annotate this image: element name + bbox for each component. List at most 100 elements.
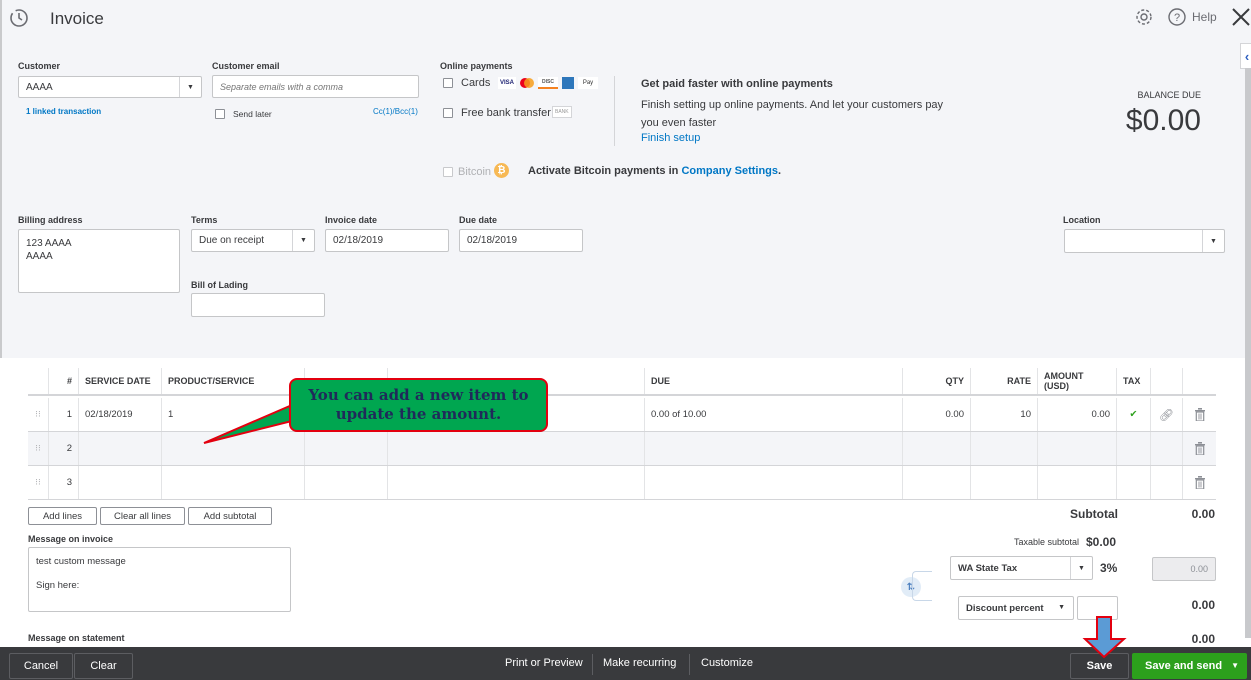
row-amount[interactable] [1037, 466, 1116, 499]
customize-link[interactable]: Customize [701, 657, 753, 669]
promo-title: Get paid faster with online payments [641, 78, 833, 90]
row-description[interactable] [387, 432, 644, 465]
message-statement-label: Message on statement [28, 633, 125, 643]
balance-due-amount: $0.00 [1125, 104, 1201, 137]
row-due[interactable] [644, 466, 902, 499]
row-link-cell[interactable] [1150, 466, 1182, 499]
terms-value: Due on receipt [199, 235, 265, 246]
divider [592, 654, 593, 675]
row-tax-check[interactable]: ✔ [1116, 398, 1150, 431]
message-invoice-textarea[interactable]: test custom message Sign here: [28, 547, 291, 612]
bitcoin-activate-text: Activate Bitcoin payments in Company Set… [528, 165, 781, 177]
svg-text:?: ? [1174, 12, 1180, 24]
row-rate[interactable]: 10 [970, 398, 1037, 431]
row-tax-check[interactable] [1116, 432, 1150, 465]
clear-all-lines-button[interactable]: Clear all lines [100, 507, 185, 525]
save-and-send-button[interactable]: Save and send ▼ [1132, 653, 1247, 679]
chevron-down-icon[interactable]: ▼ [1202, 230, 1224, 252]
chevron-down-icon[interactable]: ▼ [1231, 661, 1239, 670]
row-tax-check[interactable] [1116, 466, 1150, 499]
invoice-date-input[interactable]: 02/18/2019 [325, 229, 449, 252]
row-due[interactable] [644, 432, 902, 465]
row-due[interactable]: 0.00 of 10.00 [644, 398, 902, 431]
add-lines-button[interactable]: Add lines [28, 507, 97, 525]
send-later-checkbox[interactable] [215, 109, 225, 119]
row-description[interactable] [387, 466, 644, 499]
row-service-date[interactable] [78, 432, 161, 465]
annotation-arrow-icon [1082, 616, 1127, 659]
row-blank1[interactable] [304, 432, 387, 465]
row-amount[interactable] [1037, 432, 1116, 465]
bitcoin-checkbox[interactable] [443, 167, 453, 177]
chevron-down-icon[interactable]: ▼ [1070, 557, 1092, 579]
trash-icon[interactable] [1182, 432, 1216, 465]
balance-due-label: BALANCE DUE [1137, 90, 1201, 100]
cc-bcc-link[interactable]: Cc(1)/Bcc(1) [373, 107, 418, 116]
recent-transactions-icon[interactable] [8, 7, 30, 32]
row-link-cell[interactable] [1150, 432, 1182, 465]
drag-handle-icon[interactable]: ⁝⁝ [28, 398, 48, 431]
drag-handle-icon[interactable]: ⁝⁝ [28, 432, 48, 465]
chevron-down-icon[interactable]: ▼ [179, 77, 201, 97]
row-blank1[interactable] [304, 466, 387, 499]
make-recurring-link[interactable]: Make recurring [603, 657, 676, 669]
cards-label: Cards [461, 77, 491, 89]
row-rate[interactable] [970, 432, 1037, 465]
row-link-cell[interactable]: 🔗︎ [1150, 398, 1182, 431]
location-select[interactable]: ▼ [1064, 229, 1225, 253]
row-qty[interactable] [902, 466, 970, 499]
total-value: 0.00 [1191, 632, 1215, 646]
gear-icon[interactable] [1134, 7, 1154, 30]
row-qty[interactable]: 0.00 [902, 398, 970, 431]
chevron-down-icon[interactable]: ▼ [1058, 604, 1065, 611]
invoice-date-value: 02/18/2019 [333, 235, 384, 246]
invoice-date-label: Invoice date [325, 215, 378, 225]
close-icon[interactable] [1230, 6, 1251, 31]
drag-handle-icon[interactable]: ⁝⁝ [28, 466, 48, 499]
mastercard-logo-icon [518, 77, 536, 89]
row-service-date[interactable]: 02/18/2019 [78, 398, 161, 431]
discount-type-value: Discount percent [966, 602, 1044, 614]
invoice-header-section: Invoice ? Help ‹ Customer AAAA ▼ 1 linke… [0, 0, 1251, 358]
cards-checkbox[interactable] [443, 78, 453, 88]
row-service-date[interactable] [78, 466, 161, 499]
link-icon[interactable]: 🔗︎ [1159, 408, 1174, 422]
column-header-num: # [48, 368, 78, 394]
trash-icon[interactable] [1182, 466, 1216, 499]
row-qty[interactable] [902, 432, 970, 465]
discount-type-select[interactable]: Discount percent ▼ [958, 596, 1074, 620]
tax-amount-field[interactable]: 0.00 [1152, 557, 1216, 581]
customer-select[interactable]: AAAA ▼ [18, 76, 202, 98]
print-preview-link[interactable]: Print or Preview [505, 657, 583, 669]
trash-icon[interactable] [1182, 398, 1216, 431]
add-subtotal-button[interactable]: Add subtotal [188, 507, 272, 525]
clear-button[interactable]: Clear [74, 653, 133, 679]
company-settings-link[interactable]: Company Settings [681, 165, 778, 177]
finish-setup-link[interactable]: Finish setup [641, 132, 700, 144]
divider [689, 654, 690, 675]
bank-transfer-checkbox[interactable] [443, 108, 453, 118]
row-rate[interactable] [970, 466, 1037, 499]
vertical-scrollbar[interactable] [1245, 68, 1251, 638]
bill-of-lading-input[interactable] [191, 293, 325, 317]
amex-logo-icon [562, 77, 574, 89]
column-header-qty: QTY [902, 368, 970, 394]
row-product[interactable] [161, 466, 304, 499]
apple-pay-logo-icon: Pay [578, 77, 598, 89]
collapse-panel-button[interactable]: ‹ [1240, 43, 1251, 69]
linked-transaction-link[interactable]: 1 linked transaction [26, 107, 101, 116]
online-payments-label: Online payments [440, 61, 513, 71]
customer-email-input[interactable] [212, 75, 419, 98]
help-icon[interactable]: ? [1167, 7, 1187, 30]
column-header-tax: TAX [1116, 368, 1150, 394]
column-header-due: DUE [644, 368, 902, 394]
table-row[interactable]: ⁝⁝ 3 [28, 466, 1216, 500]
terms-select[interactable]: Due on receipt ▼ [191, 229, 315, 252]
cancel-button[interactable]: Cancel [9, 653, 73, 679]
due-date-input[interactable]: 02/18/2019 [459, 229, 583, 252]
tax-rate-select[interactable]: WA State Tax ▼ [950, 556, 1093, 580]
billing-address-textarea[interactable]: 123 AAAA AAAA [18, 229, 180, 293]
row-amount[interactable]: 0.00 [1037, 398, 1116, 431]
chevron-down-icon[interactable]: ▼ [292, 230, 314, 251]
help-link[interactable]: Help [1192, 10, 1217, 24]
